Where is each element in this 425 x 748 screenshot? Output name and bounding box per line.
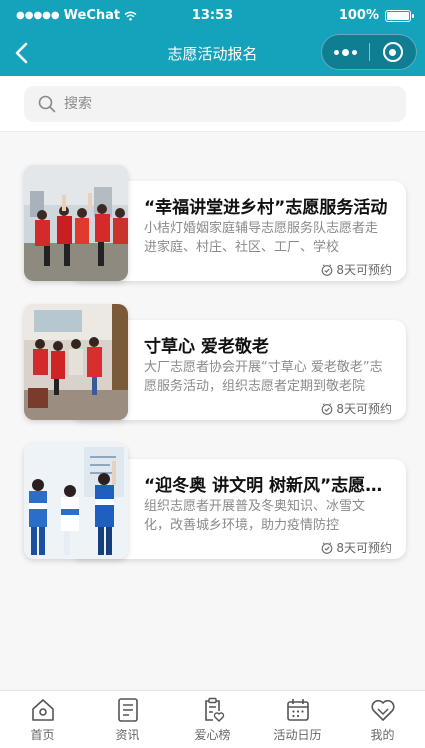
battery-percent: 100% xyxy=(338,8,379,23)
activity-photo xyxy=(24,443,128,559)
tab-label: 我的 xyxy=(370,728,395,742)
tab-love-board[interactable]: 爱心榜 xyxy=(170,691,255,748)
bottom-tab-bar: 首页 资讯 爱心榜 活动日历 我的 xyxy=(0,690,425,748)
status-right: 100% xyxy=(338,8,414,23)
app-frame: ●●●●● WeChat 13:53 100% 志愿活动报名 搜索 “幸福讲堂进… xyxy=(0,0,425,748)
search-icon xyxy=(38,95,56,113)
clock-check-icon xyxy=(322,263,333,276)
availability-badge: 8天可预约 xyxy=(321,539,392,556)
activity-card[interactable]: “幸福讲堂进乡村”志愿服务活动 小桔灯婚姻家庭辅导志愿服务队志愿者走进家庭、村庄… xyxy=(24,165,406,281)
mini-program-capsule xyxy=(321,34,417,70)
tab-home[interactable]: 首页 xyxy=(0,691,85,748)
tab-news[interactable]: 资讯 xyxy=(85,691,170,748)
availability-badge: 8天可预约 xyxy=(321,400,392,417)
battery-icon xyxy=(385,9,414,22)
activity-card[interactable]: 寸草心 爱老敬老 大厂志愿者协会开展“寸草心 爱老敬老”志愿服务活动，组织志愿者… xyxy=(24,304,406,420)
close-mini-program-button[interactable] xyxy=(370,42,417,62)
activity-title: 寸草心 爱老敬老 xyxy=(144,337,269,357)
calendar-icon xyxy=(286,699,309,721)
activity-description: 小桔灯婚姻家庭辅导志愿服务队志愿者走进家庭、村庄、社区、工厂、学校 xyxy=(144,221,379,255)
tab-label: 资讯 xyxy=(115,728,140,742)
activity-title: “幸福讲堂进乡村”志愿服务活动 xyxy=(144,198,388,218)
love-board-icon xyxy=(204,697,224,722)
tab-label: 首页 xyxy=(30,728,55,742)
clock-check-icon xyxy=(322,541,333,554)
tab-mine[interactable]: 我的 xyxy=(340,691,425,748)
activity-description: 大厂志愿者协会开展“寸草心 爱老敬老”志愿服务活动，组织志愿者定期到敬老院 xyxy=(144,360,383,394)
status-bar: ●●●●● WeChat 13:53 100% xyxy=(0,0,425,30)
tab-activity-calendar[interactable]: 活动日历 xyxy=(255,691,340,748)
more-menu-button[interactable] xyxy=(322,48,369,56)
search-box[interactable] xyxy=(24,86,406,122)
activity-card[interactable]: “迎冬奥 讲文明 树新风”志愿服务活动 组织志愿者开展普及冬奥知识、冰雪文化，改… xyxy=(24,443,406,559)
availability-badge: 8天可预约 xyxy=(321,261,392,278)
tab-label: 爱心榜 xyxy=(194,728,231,742)
news-icon xyxy=(117,698,138,722)
activity-photo xyxy=(24,304,128,420)
heart-icon xyxy=(370,699,395,721)
activity-description: 组织志愿者开展普及冬奥知识、冰雪文化，改善城乡环境，助力疫情防控 xyxy=(144,499,366,533)
availability-text: 8天可预约 xyxy=(336,402,392,416)
activity-photo xyxy=(24,165,128,281)
search-input[interactable] xyxy=(64,96,364,112)
tab-label: 活动日历 xyxy=(273,728,322,742)
navigation-bar: 志愿活动报名 xyxy=(0,30,425,76)
availability-text: 8天可预约 xyxy=(336,263,392,277)
availability-text: 8天可预约 xyxy=(336,541,392,555)
close-ring-icon xyxy=(382,42,403,62)
search-bar xyxy=(0,76,425,132)
home-icon xyxy=(31,699,54,721)
activity-title: “迎冬奥 讲文明 树新风”志愿服务活动 xyxy=(144,476,392,496)
clock-check-icon xyxy=(322,402,333,415)
